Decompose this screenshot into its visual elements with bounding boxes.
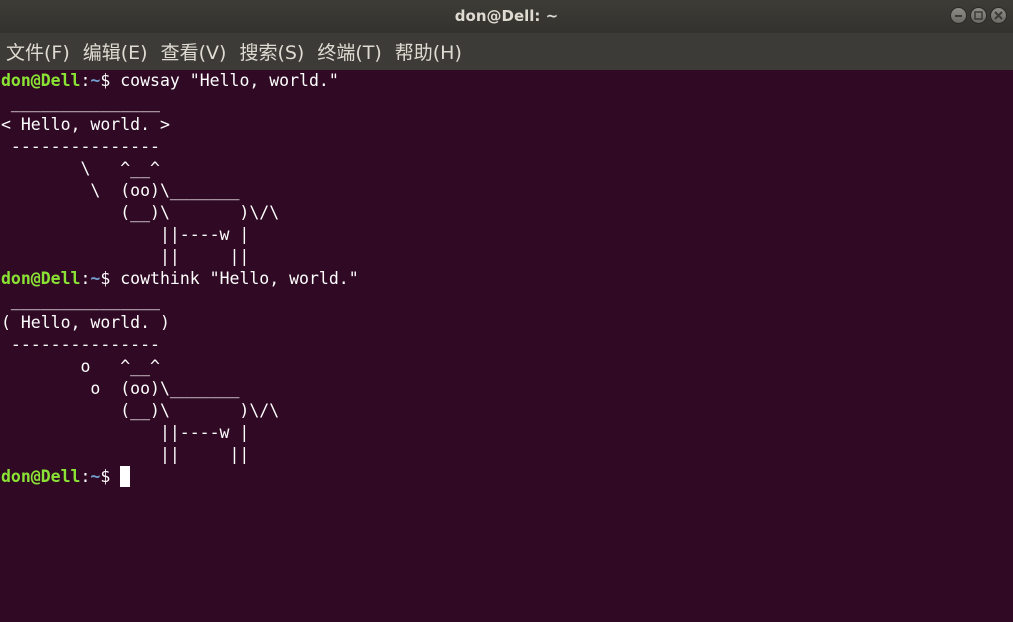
current-prompt-line[interactable]: don@Dell:~$ (1, 466, 1008, 488)
prompt-dollar: $ (100, 269, 121, 288)
output-line: ||----w | (1, 423, 250, 442)
output-line: ||----w | (1, 225, 250, 244)
prompt-path: ~ (90, 71, 101, 90)
output-line: || || (1, 247, 250, 266)
output-line: ( Hello, world. ) (1, 313, 170, 332)
window-controls (950, 7, 1007, 24)
close-button[interactable] (990, 7, 1007, 24)
output-line: o ^__^ (1, 357, 160, 376)
menu-view[interactable]: 查看(V) (161, 38, 227, 65)
output-line: --------------- (1, 137, 160, 156)
menu-search[interactable]: 搜索(S) (239, 38, 304, 65)
output-line: < Hello, world. > (1, 115, 170, 134)
output-line: _______________ (1, 291, 160, 310)
maximize-icon (974, 11, 983, 20)
output-line: --------------- (1, 335, 160, 354)
prompt-colon: : (80, 269, 91, 288)
menu-terminal[interactable]: 终端(T) (317, 38, 381, 65)
minimize-button[interactable] (950, 7, 967, 24)
prompt-user: don@Dell (1, 269, 81, 288)
prompt-colon: : (80, 71, 91, 90)
minimize-icon (955, 15, 962, 17)
prompt-dollar: $ (100, 71, 121, 90)
output-line: _______________ (1, 93, 160, 112)
prompt-path: ~ (90, 269, 101, 288)
prompt-colon: : (80, 467, 91, 486)
menu-bar: 文件(F) 编辑(E) 查看(V) 搜索(S) 终端(T) 帮助(H) (0, 33, 1013, 70)
command-line-2: don@Dell:~$ cowthink "Hello, world." (1, 268, 1008, 290)
output-line: \ (oo)\_______ (1, 181, 240, 200)
prompt-user: don@Dell (1, 71, 81, 90)
maximize-button[interactable] (970, 7, 987, 24)
output-line: o (oo)\_______ (1, 379, 240, 398)
output-line: || || (1, 445, 250, 464)
command-text: cowthink "Hello, world." (120, 269, 359, 288)
output-line: \ ^__^ (1, 159, 160, 178)
terminal-output[interactable]: don@Dell:~$ cowsay "Hello, world." _____… (0, 70, 1008, 622)
output-line: (__)\ )\/\ (1, 203, 280, 222)
prompt-user: don@Dell (1, 467, 81, 486)
terminal-window: don@Dell: ~ 文件(F) 编辑(E) 查看(V) 搜索(S) 终端(T… (0, 0, 1013, 622)
menu-edit[interactable]: 编辑(E) (83, 38, 148, 65)
prompt-dollar: $ (100, 467, 121, 486)
menu-help[interactable]: 帮助(H) (395, 38, 462, 65)
scrollbar[interactable] (1008, 70, 1013, 622)
output-line: (__)\ )\/\ (1, 401, 280, 420)
text-cursor (120, 466, 131, 487)
close-icon (994, 11, 1003, 20)
title-bar[interactable]: don@Dell: ~ (0, 0, 1013, 33)
menu-file[interactable]: 文件(F) (6, 38, 70, 65)
command-line-1: don@Dell:~$ cowsay "Hello, world." (1, 70, 1008, 92)
window-title: don@Dell: ~ (454, 7, 559, 25)
command-text: cowsay "Hello, world." (120, 71, 339, 90)
prompt-path: ~ (90, 467, 101, 486)
